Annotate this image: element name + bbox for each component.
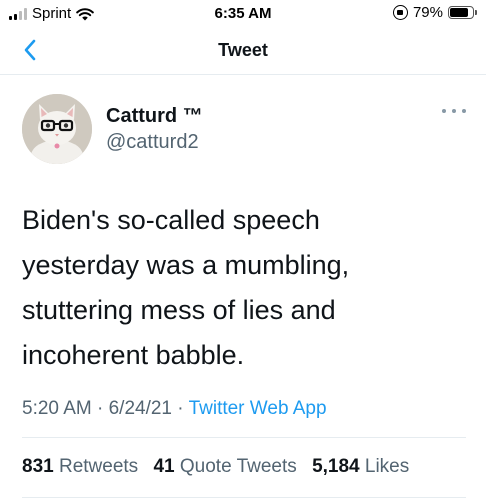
- tweet-text-line: incoherent babble.: [22, 340, 245, 370]
- status-right: 79%: [392, 4, 477, 21]
- rotation-lock-icon: [392, 5, 408, 20]
- more-options-button[interactable]: [442, 104, 466, 118]
- battery-percent: 79%: [412, 4, 443, 21]
- tweet-text: Biden's so-called speech yesterday was a…: [22, 198, 462, 378]
- status-bar: Sprint 6:35 AM 79%: [0, 0, 486, 28]
- author-handle[interactable]: @catturd2: [106, 131, 199, 154]
- likes-count: 5,184: [312, 456, 360, 477]
- cat-avatar-image: [22, 94, 92, 164]
- divider: [22, 497, 466, 498]
- meta-separator: ·: [97, 398, 104, 419]
- quote-tweets-count: 41: [153, 456, 175, 477]
- tweet-time: 5:20 AM: [22, 398, 92, 419]
- divider: [22, 437, 466, 438]
- tweet-meta: 5:20 AM · 6/24/21 · Twitter Web App: [22, 398, 327, 420]
- likes-label: Likes: [364, 456, 410, 477]
- tweet-source-link[interactable]: Twitter Web App: [189, 398, 327, 419]
- tweet-text-line: Biden's so-called speech: [22, 205, 320, 235]
- tweet-date: 6/24/21: [108, 398, 173, 419]
- retweets-label: Retweets: [58, 456, 139, 477]
- author-name[interactable]: Catturd ™: [106, 105, 203, 128]
- retweets-stat[interactable]: 831 Retweets: [22, 456, 143, 477]
- page-title: Tweet: [218, 40, 268, 60]
- meta-separator: ·: [177, 398, 184, 419]
- quote-tweets-label: Quote Tweets: [179, 456, 297, 477]
- more-horizontal-icon: [442, 109, 446, 113]
- tweet-header: Tweet: [0, 28, 486, 75]
- tweet-text-line: stuttering mess of lies and: [22, 295, 336, 325]
- battery-icon: [448, 6, 477, 19]
- tweet-stats: 831 Retweets 41 Quote Tweets 5,184 Likes: [22, 456, 419, 478]
- avatar[interactable]: [22, 94, 92, 164]
- likes-stat[interactable]: 5,184 Likes: [312, 456, 409, 477]
- tweet-text-line: yesterday was a mumbling,: [22, 250, 350, 280]
- quote-tweets-stat[interactable]: 41 Quote Tweets: [153, 456, 302, 477]
- retweets-count: 831: [22, 456, 54, 477]
